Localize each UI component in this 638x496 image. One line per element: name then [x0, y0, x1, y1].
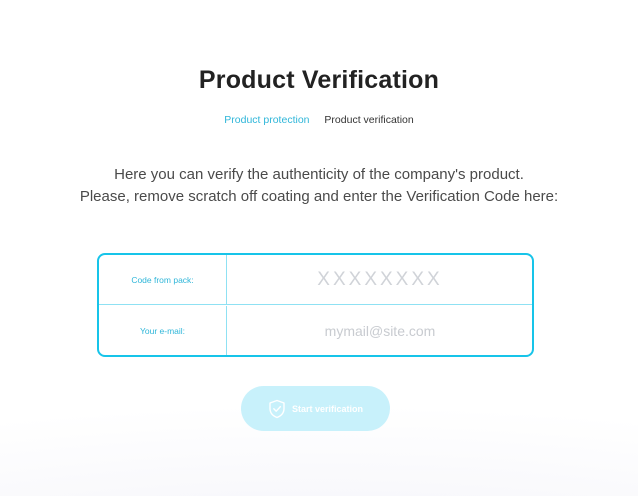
verification-form: Code from pack: Your e-mail:: [97, 253, 534, 357]
start-verification-label: Start verification: [291, 403, 364, 414]
code-row: Code from pack:: [99, 255, 532, 305]
breadcrumb-product-protection[interactable]: Product protection: [224, 114, 309, 126]
breadcrumb-product-verification: Product verification: [324, 114, 414, 126]
breadcrumb: Product protection Product verification: [0, 114, 638, 126]
verification-page: Product Verification Product protection …: [0, 0, 638, 496]
email-row: Your e-mail:: [99, 306, 532, 355]
code-label: Code from pack:: [99, 255, 227, 304]
email-input[interactable]: [228, 306, 532, 355]
start-verification-button[interactable]: Start verification: [241, 386, 390, 431]
description: Here you can verify the authenticity of …: [0, 164, 638, 208]
page-title: Product Verification: [198, 66, 440, 94]
description-line-2: Please, remove scratch off coating and e…: [79, 188, 559, 205]
shield-check-icon: [268, 399, 286, 419]
code-input[interactable]: [228, 255, 532, 304]
description-line-1: Here you can verify the authenticity of …: [114, 166, 524, 183]
email-label: Your e-mail:: [99, 306, 227, 355]
